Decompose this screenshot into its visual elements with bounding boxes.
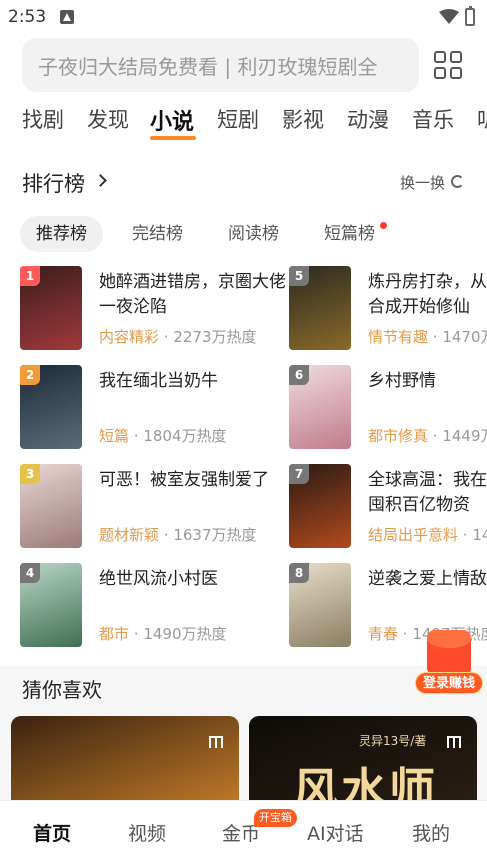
rank-item-3[interactable]: 3 可恶！被室友强制爱了 题材新颖 · 1637万热度 [20,464,290,554]
new-dot-badge [380,222,387,229]
subtab-reading[interactable]: 阅读榜 [212,216,295,252]
book-title: 可恶！被室友强制爱了 [99,470,269,490]
search-input[interactable]: 子夜归大结局免费看 | 利刃玫瑰短剧全 [22,38,419,92]
refresh-icon[interactable] [451,175,464,188]
book-title: 绝世风流小村医 [99,569,218,589]
search-placeholder: 子夜归大结局免费看 | 利刃玫瑰短剧全 [38,54,378,79]
ranking-title[interactable]: 排行榜 [22,168,85,198]
book-meta: 都市 · 1490万热度 [99,623,227,644]
ranking-subtabs: 推荐榜 完结榜 阅读榜 短篇榜 [20,216,480,252]
book-title: 乡村野情 [368,371,436,391]
ranking-list: 1 她醉酒进错房，京圈大佬一夜沦陷 内容精彩 · 2273万热度 2 我在缅北当… [0,264,487,660]
nav-ai-chat[interactable]: AI对话 [307,819,364,846]
book-meta: 情节有趣 · 1470万 [368,326,487,347]
category-grid-icon[interactable] [434,51,462,79]
book-tag: 题材新颖 [99,526,160,544]
rank-badge: 2 [20,365,40,385]
rank-item-2[interactable]: 2 我在缅北当奶牛 短篇 · 1804万热度 [20,365,290,455]
book-meta: 题材新颖 · 1637万热度 [99,524,257,545]
nav-video[interactable]: 视频 [128,819,166,846]
tab-find-drama[interactable]: 找剧 [22,104,64,134]
tab-novel[interactable]: 小说 [150,104,194,136]
fab-label: 登录赚钱 [415,672,483,694]
book-tag: 结局出乎意料 [368,526,459,544]
nav-me[interactable]: 我的 [412,819,450,846]
book-tag: 都市修真 [368,427,429,445]
subtab-short[interactable]: 短篇榜 [308,216,391,252]
subtab-recommend[interactable]: 推荐榜 [20,216,103,252]
chevron-right-icon[interactable] [94,174,107,187]
book-tag: 情节有趣 [368,328,429,346]
book-title: 炼丹房打杂，从合成开始修仙 [368,272,487,317]
active-tab-indicator [150,136,196,140]
bookmark-icon[interactable] [209,736,223,748]
tab-discover[interactable]: 发现 [87,104,129,134]
book-heat: · 1470万 [432,328,487,346]
rank-item-1[interactable]: 1 她醉酒进错房，京圈大佬一夜沦陷 内容精彩 · 2273万热度 [20,266,290,356]
rank-badge: 6 [289,365,309,385]
book-title: 全球高温：我在囤积百亿物资 [368,470,487,515]
book-title: 她醉酒进错房，京圈大佬一夜沦陷 [99,272,286,317]
app-notification-icon [60,10,75,24]
login-earn-fab[interactable]: 登录赚钱 [415,630,483,694]
book-heat: · 1804万热度 [133,427,227,445]
card-author: 灵异13号/著 [359,734,427,748]
top-tabs: 找剧 发现 小说 短剧 影视 动漫 音乐 听 [0,96,487,146]
book-meta: 短篇 · 1804万热度 [99,425,227,446]
bookmark-icon[interactable] [447,736,461,748]
status-icons [439,6,475,26]
rank-item-6[interactable]: 6 乡村野情 都市修真 · 1449万 [289,365,487,455]
book-meta: 结局出乎意料 · 14 [368,524,487,545]
search-row: 子夜归大结局免费看 | 利刃玫瑰短剧全 [0,38,487,92]
treasure-box-badge: 开宝箱 [254,809,297,827]
book-heat: · 14 [462,526,487,544]
rank-badge: 8 [289,563,309,583]
card-cover-title: 风水师 [293,763,437,800]
book-heat: · 1490万热度 [133,625,227,643]
nav-home[interactable]: 首页 [33,819,71,846]
battery-icon [465,6,475,26]
rank-badge: 4 [20,563,40,583]
ranking-panel: 排行榜 换一换 推荐榜 完结榜 阅读榜 短篇榜 1 她醉酒进错房，京圈大佬一夜沦… [0,146,487,666]
subtab-finished[interactable]: 完结榜 [116,216,199,252]
bottom-nav: 首页 视频 金币 AI对话 我的 开宝箱 [0,800,487,865]
tab-short-drama[interactable]: 短剧 [217,104,259,134]
rank-item-4[interactable]: 4 绝世风流小村医 都市 · 1490万热度 [20,563,290,653]
book-heat: · 1637万热度 [163,526,257,544]
book-tag: 内容精彩 [99,328,160,346]
book-tag: 都市 [99,625,130,643]
status-bar: 2:53 [0,0,487,34]
main-content: 排行榜 换一换 推荐榜 完结榜 阅读榜 短篇榜 1 她醉酒进错房，京圈大佬一夜沦… [0,146,487,800]
refresh-button[interactable]: 换一换 [400,172,445,193]
book-meta: 内容精彩 · 2273万热度 [99,326,257,347]
tab-listen[interactable]: 听 [477,104,487,134]
rank-item-7[interactable]: 7 全球高温：我在囤积百亿物资 结局出乎意料 · 14 [289,464,487,554]
book-tag: 短篇 [99,427,130,445]
rank-badge: 7 [289,464,309,484]
rank-badge: 1 [20,266,40,286]
tab-film[interactable]: 影视 [282,104,324,134]
book-tag: 青春 [368,625,399,643]
tab-music[interactable]: 音乐 [412,104,454,134]
book-title: 我在缅北当奶牛 [99,371,218,391]
tab-anime[interactable]: 动漫 [347,104,389,134]
guess-title: 猜你喜欢 [22,678,102,702]
rank-badge: 5 [289,266,309,286]
book-meta: 都市修真 · 1449万 [368,425,487,446]
wifi-icon [439,9,459,24]
guess-card-2[interactable]: 灵异13号/著 风水师 [249,716,477,800]
book-title: 逆袭之爱上情敌 [368,569,487,589]
book-heat: · 2273万热度 [163,328,257,346]
status-time: 2:53 [8,7,47,27]
red-envelope-icon [427,630,471,676]
rank-item-5[interactable]: 5 炼丹房打杂，从合成开始修仙 情节有趣 · 1470万 [289,266,487,356]
guess-card-1[interactable] [11,716,239,800]
rank-badge: 3 [20,464,40,484]
book-heat: · 1449万 [432,427,487,445]
